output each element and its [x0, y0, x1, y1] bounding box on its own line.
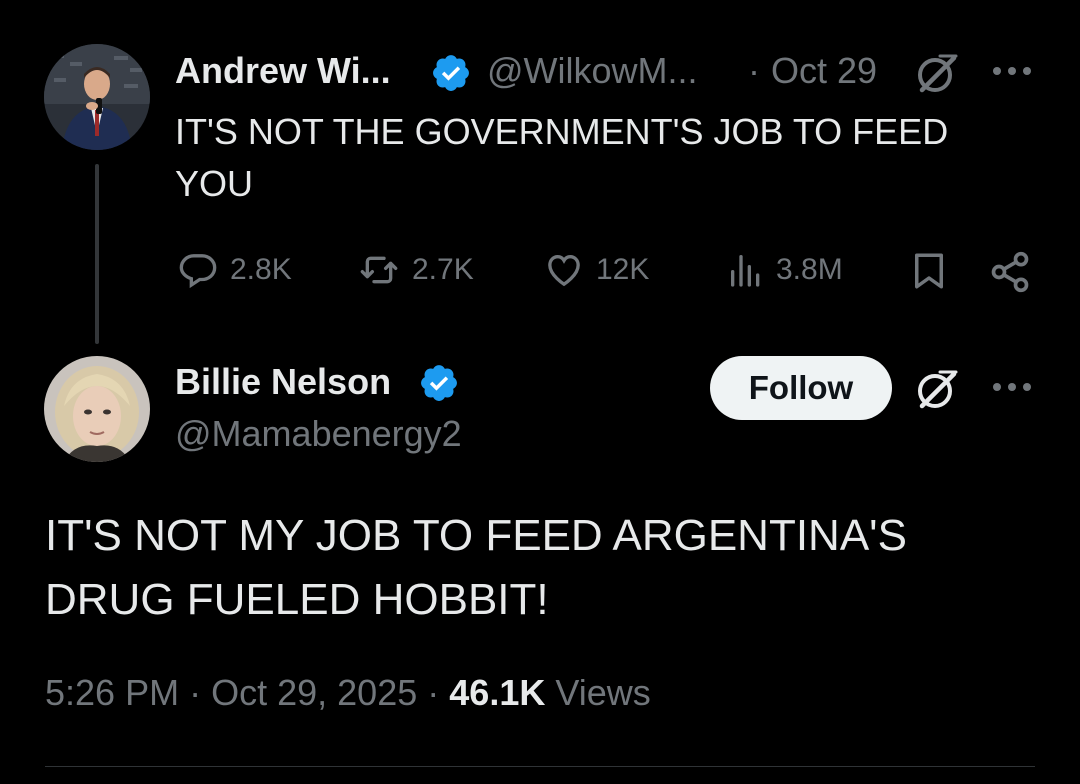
repost-action[interactable]: 2.7K: [356, 250, 474, 290]
tweet-full-date[interactable]: Oct 29, 2025: [211, 672, 417, 713]
views-action[interactable]: 3.8M: [726, 250, 843, 290]
verified-badge-icon: [421, 365, 457, 401]
follow-button[interactable]: Follow: [710, 356, 892, 420]
heart-icon: [548, 254, 580, 287]
avatar-andrew[interactable]: [44, 44, 150, 150]
views-chart-icon: [731, 255, 760, 287]
reply-action[interactable]: 2.8K: [176, 250, 292, 290]
share-icon[interactable]: [988, 250, 1032, 294]
like-action[interactable]: 12K: [542, 250, 649, 290]
more-dots-icon[interactable]: [990, 64, 1034, 78]
divider: [45, 766, 1035, 767]
verified-badge-icon: [433, 55, 469, 91]
parent-tweet-text: IT'S NOT THE GOVERNMENT'S JOB TO FEED YO…: [175, 111, 949, 204]
reply-author-handle[interactable]: @Mamabenergy2: [175, 413, 462, 455]
views-label: Views: [555, 672, 651, 713]
author-name[interactable]: Andrew Wi...: [175, 50, 391, 92]
separator-dot: ·: [748, 50, 760, 91]
avatar-billie[interactable]: [44, 356, 150, 462]
separator-dot: ·: [427, 672, 440, 713]
views-count: 3.8M: [776, 253, 843, 286]
more-dots-icon[interactable]: [990, 380, 1034, 394]
tweet-time[interactable]: 5:26 PM: [45, 672, 179, 713]
repost-count: 2.7K: [412, 253, 474, 286]
grok-icon[interactable]: [914, 366, 960, 412]
repost-icon: [360, 256, 398, 284]
author-handle[interactable]: @WilkowM...: [487, 50, 698, 92]
thread-connector: [95, 164, 99, 344]
separator-dot: ·: [189, 672, 202, 713]
reply-tweet-text: IT'S NOT MY JOB TO FEED ARGENTINA'S DRUG…: [45, 511, 907, 624]
reply-icon: [179, 254, 217, 289]
views-count: 46.1K: [449, 672, 546, 713]
reply-count: 2.8K: [230, 253, 292, 286]
reply-author-name[interactable]: Billie Nelson: [175, 361, 391, 403]
tweet-meta: 5:26 PM · Oct 29, 2025 · 46.1K Views: [45, 672, 651, 714]
bookmark-icon[interactable]: [908, 250, 950, 292]
grok-icon[interactable]: [914, 50, 960, 96]
tweet-date[interactable]: Oct 29: [771, 50, 877, 92]
like-count: 12K: [596, 253, 650, 286]
